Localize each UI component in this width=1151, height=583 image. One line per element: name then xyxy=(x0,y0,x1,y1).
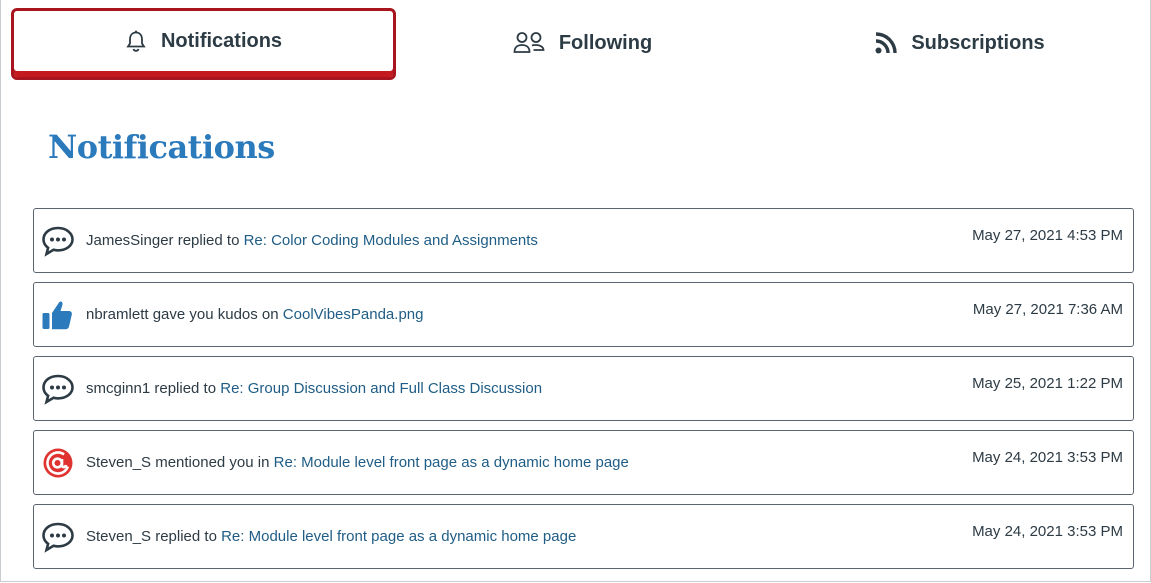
notification-text: Steven_S replied to xyxy=(86,528,217,545)
notification-message: Steven_S replied to Re: Module level fro… xyxy=(86,528,576,545)
notification-link[interactable]: Re: Module level front page as a dynamic… xyxy=(221,528,576,545)
speech-bubble-icon xyxy=(41,224,75,258)
tab-following[interactable]: Following xyxy=(400,8,765,78)
rss-icon xyxy=(875,32,898,54)
people-icon xyxy=(513,31,545,55)
notification-text: JamesSinger replied to xyxy=(86,232,240,249)
speech-bubble-icon xyxy=(41,520,75,554)
notification-message: JamesSinger replied to Re: Color Coding … xyxy=(86,232,538,249)
notification-item: Steven_S mentioned you in Re: Module lev… xyxy=(33,430,1134,495)
notification-timestamp: May 24, 2021 3:53 PM xyxy=(972,449,1123,466)
notification-item: smcginn1 replied to Re: Group Discussion… xyxy=(33,356,1134,421)
notification-message: smcginn1 replied to Re: Group Discussion… xyxy=(86,380,542,397)
notification-timestamp: May 25, 2021 1:22 PM xyxy=(972,375,1123,392)
speech-bubble-icon xyxy=(41,372,75,406)
notification-text: smcginn1 replied to xyxy=(86,380,217,397)
tab-label: Notifications xyxy=(160,29,283,52)
bell-icon xyxy=(125,29,147,53)
at-mention-icon xyxy=(41,446,75,480)
notification-link[interactable]: Re: Group Discussion and Full Class Disc… xyxy=(220,380,542,397)
notification-timestamp: May 27, 2021 4:53 PM xyxy=(972,227,1123,244)
tab-label: Subscriptions xyxy=(911,31,1045,54)
tab-bar: Notifications Following Subscriptions xyxy=(0,0,1151,92)
notification-item: Steven_S replied to Re: Module level fro… xyxy=(33,504,1134,569)
thumbs-up-icon xyxy=(41,298,75,332)
page-title: Notifications xyxy=(48,128,275,166)
notification-message: nbramlett gave you kudos on CoolVibesPan… xyxy=(86,306,423,323)
tab-notifications[interactable]: Notifications xyxy=(11,8,396,80)
notification-timestamp: May 27, 2021 7:36 AM xyxy=(972,301,1123,318)
notification-link[interactable]: CoolVibesPanda.png xyxy=(283,306,424,323)
notification-list: JamesSinger replied to Re: Color Coding … xyxy=(33,208,1134,578)
notification-link[interactable]: Re: Module level front page as a dynamic… xyxy=(274,454,629,471)
notification-text: Steven_S mentioned you in xyxy=(86,454,270,471)
notification-timestamp: May 24, 2021 3:53 PM xyxy=(972,523,1123,540)
notification-text: nbramlett gave you kudos on xyxy=(86,306,279,323)
tab-subscriptions[interactable]: Subscriptions xyxy=(775,8,1145,78)
notification-item: nbramlett gave you kudos on CoolVibesPan… xyxy=(33,282,1134,347)
notification-link[interactable]: Re: Color Coding Modules and Assignments xyxy=(244,232,538,249)
notification-item: JamesSinger replied to Re: Color Coding … xyxy=(33,208,1134,273)
notification-message: Steven_S mentioned you in Re: Module lev… xyxy=(86,454,629,471)
tab-label: Following xyxy=(558,31,653,54)
